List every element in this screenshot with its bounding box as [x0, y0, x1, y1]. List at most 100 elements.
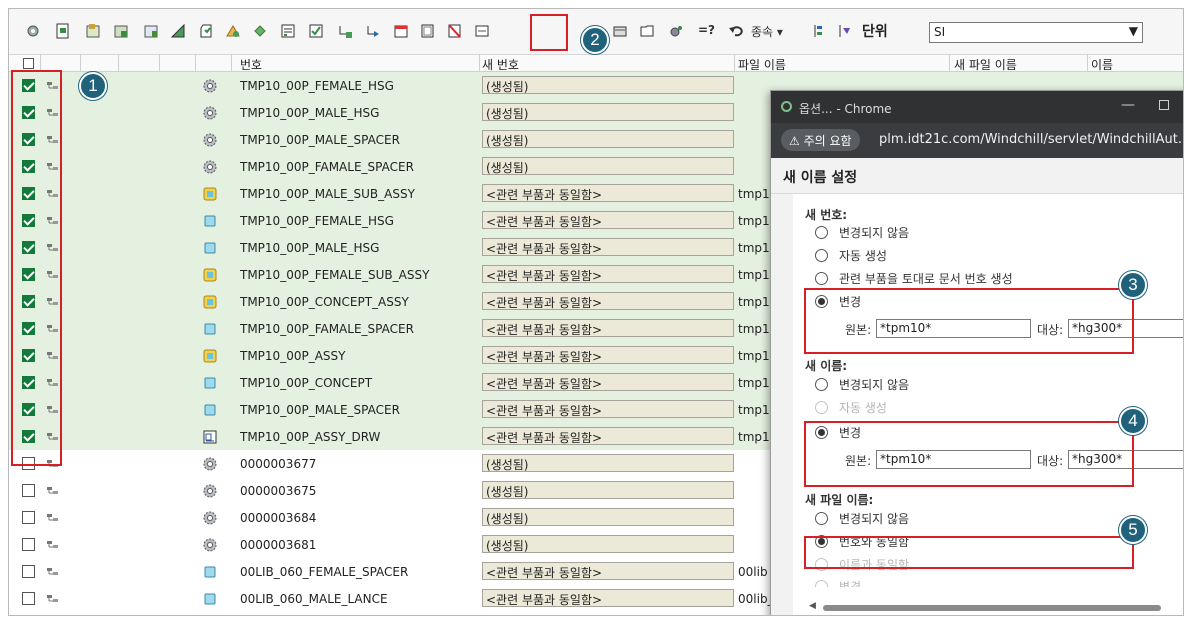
row-number[interactable]: 0000003677: [240, 457, 316, 471]
bookmark-icon[interactable]: [473, 22, 491, 40]
row-number[interactable]: TMP10_00P_ASSY: [240, 349, 345, 363]
help-button[interactable]: =?: [698, 23, 715, 37]
new-file-name-highlight: [804, 536, 1134, 569]
insert-existing-icon[interactable]: [84, 22, 102, 40]
new-name-auto-radio: [815, 401, 828, 414]
table-icon[interactable]: [251, 22, 269, 40]
row-new-number[interactable]: <관련 부품과 동일함>: [482, 238, 734, 256]
move-icon[interactable]: [336, 22, 354, 40]
new-part-icon[interactable]: [24, 22, 42, 40]
new-file-name-unchanged-radio[interactable]: [815, 512, 828, 525]
row-checkbox[interactable]: [22, 592, 35, 605]
remove-icon[interactable]: [419, 22, 437, 40]
row-new-number[interactable]: <관련 부품과 동일함>: [482, 400, 734, 418]
row-new-number[interactable]: <관련 부품과 동일함>: [482, 265, 734, 283]
set-number-icon[interactable]: [307, 22, 325, 40]
row-new-number[interactable]: <관련 부품과 동일함>: [482, 346, 734, 364]
security-warning[interactable]: ⚠ 주의 요함: [781, 129, 860, 151]
row-number[interactable]: TMP10_00P_CONCEPT_ASSY: [240, 295, 409, 309]
row-number[interactable]: TMP10_00P_FEMALE_HSG: [240, 79, 394, 93]
row-number[interactable]: TMP10_00P_FAMALE_SPACER: [240, 160, 414, 174]
part-icon: [202, 591, 218, 607]
new-doc-icon[interactable]: [54, 22, 72, 40]
rename-icon[interactable]: [446, 22, 464, 40]
row-new-number[interactable]: (생성됨): [482, 76, 734, 94]
row-file-name: tmp1: [738, 295, 770, 309]
row-new-number[interactable]: <관련 부품과 동일함>: [482, 562, 734, 580]
row-number[interactable]: TMP10_00P_MALE_SUB_ASSY: [240, 187, 415, 201]
check-in-icon[interactable]: [197, 22, 215, 40]
row-new-number[interactable]: <관련 부품과 동일함>: [482, 292, 734, 310]
new-name-change-highlight: [804, 421, 1134, 487]
row-checkbox[interactable]: [22, 484, 35, 497]
url-text[interactable]: plm.idt21c.com/Windchill/servlet/Windchi…: [879, 132, 1183, 147]
new-number-related-radio[interactable]: [815, 272, 828, 285]
row-new-number[interactable]: (생성됨): [482, 481, 734, 499]
unit-select[interactable]: SI ▼: [929, 22, 1143, 43]
row-number[interactable]: TMP10_00P_FEMALE_HSG: [240, 214, 394, 228]
revise-icon[interactable]: [169, 22, 187, 40]
row-new-number[interactable]: (생성됨): [482, 535, 734, 553]
row-number[interactable]: TMP10_00P_FAMALE_SPACER: [240, 322, 414, 336]
dependency-menu[interactable]: 종속 ▾: [751, 23, 783, 40]
row-number[interactable]: 00LIB_060_MALE_LANCE: [240, 592, 388, 606]
row-number[interactable]: TMP10_00P_MALE_SPACER: [240, 133, 400, 147]
row-new-number[interactable]: (생성됨): [482, 130, 734, 148]
expand-icon[interactable]: [611, 22, 629, 40]
column-name[interactable]: 이름: [1091, 56, 1113, 73]
row-new-number[interactable]: <관련 부품과 동일함>: [482, 211, 734, 229]
row-number[interactable]: TMP10_00P_MALE_HSG: [240, 241, 379, 255]
column-file-name[interactable]: 파일 이름: [738, 56, 786, 73]
structure-icon: [47, 539, 59, 549]
new-name-unchanged-radio[interactable]: [815, 378, 828, 391]
insert-new-icon[interactable]: [112, 22, 130, 40]
row-number[interactable]: 0000003675: [240, 484, 316, 498]
row-number[interactable]: 0000003681: [240, 538, 316, 552]
row-checkbox[interactable]: [22, 538, 35, 551]
row-new-number[interactable]: (생성됨): [482, 454, 734, 472]
new-number-auto-radio[interactable]: [815, 249, 828, 262]
copy-icon[interactable]: [392, 22, 410, 40]
row-checkbox[interactable]: [22, 565, 35, 578]
callout-1: 1: [79, 72, 107, 100]
paste-icon[interactable]: [364, 22, 382, 40]
undo-icon[interactable]: [727, 22, 745, 40]
minimize-button[interactable]: —: [1121, 97, 1135, 113]
reset-icon[interactable]: [667, 22, 685, 40]
row-number[interactable]: TMP10_00P_MALE_HSG: [240, 106, 379, 120]
collapse-icon[interactable]: [279, 22, 297, 40]
row-number[interactable]: 0000003684: [240, 511, 316, 525]
row-new-number[interactable]: (생성됨): [482, 508, 734, 526]
filter-icon[interactable]: [835, 22, 853, 40]
row-new-number[interactable]: (생성됨): [482, 103, 734, 121]
new-name-unchanged-label: 변경되지 않음: [839, 378, 910, 392]
structure-icon[interactable]: [809, 22, 827, 40]
row-new-number[interactable]: <관련 부품과 동일함>: [482, 184, 734, 202]
row-new-number[interactable]: <관련 부품과 동일함>: [482, 427, 734, 445]
row-new-number[interactable]: (생성됨): [482, 157, 734, 175]
new-number-unchanged-radio[interactable]: [815, 226, 828, 239]
column-new-number[interactable]: 새 번호: [482, 56, 519, 73]
row-new-number[interactable]: <관련 부품과 동일함>: [482, 373, 734, 391]
edit-icon[interactable]: [142, 22, 160, 40]
save-icon[interactable]: [638, 22, 656, 40]
gear-icon: [202, 456, 218, 472]
scrollbar-thumb[interactable]: [823, 605, 1161, 611]
row-number[interactable]: TMP10_00P_ASSY_DRW: [240, 430, 380, 444]
row-file-name: 00lib_: [738, 592, 774, 606]
maximize-button[interactable]: [1159, 100, 1169, 110]
row-new-number[interactable]: <관련 부품과 동일함>: [482, 319, 734, 337]
row-number[interactable]: 00LIB_060_FEMALE_SPACER: [240, 565, 408, 579]
select-all-checkbox[interactable]: [23, 58, 34, 69]
scroll-left-icon[interactable]: ◀: [809, 601, 816, 611]
row-number[interactable]: TMP10_00P_FEMALE_SUB_ASSY: [240, 268, 429, 282]
column-new-file-name[interactable]: 새 파일 이름: [954, 56, 1017, 73]
row-checkbox[interactable]: [22, 511, 35, 524]
row-number[interactable]: TMP10_00P_CONCEPT: [240, 376, 372, 390]
column-number[interactable]: 번호: [240, 56, 262, 73]
check-out-icon[interactable]: [224, 22, 242, 40]
security-warning-label: 주의 요함: [803, 134, 852, 148]
row-new-number[interactable]: <관련 부품과 동일함>: [482, 589, 734, 607]
horizontal-scrollbar[interactable]: ◀: [801, 601, 1171, 612]
row-number[interactable]: TMP10_00P_MALE_SPACER: [240, 403, 400, 417]
